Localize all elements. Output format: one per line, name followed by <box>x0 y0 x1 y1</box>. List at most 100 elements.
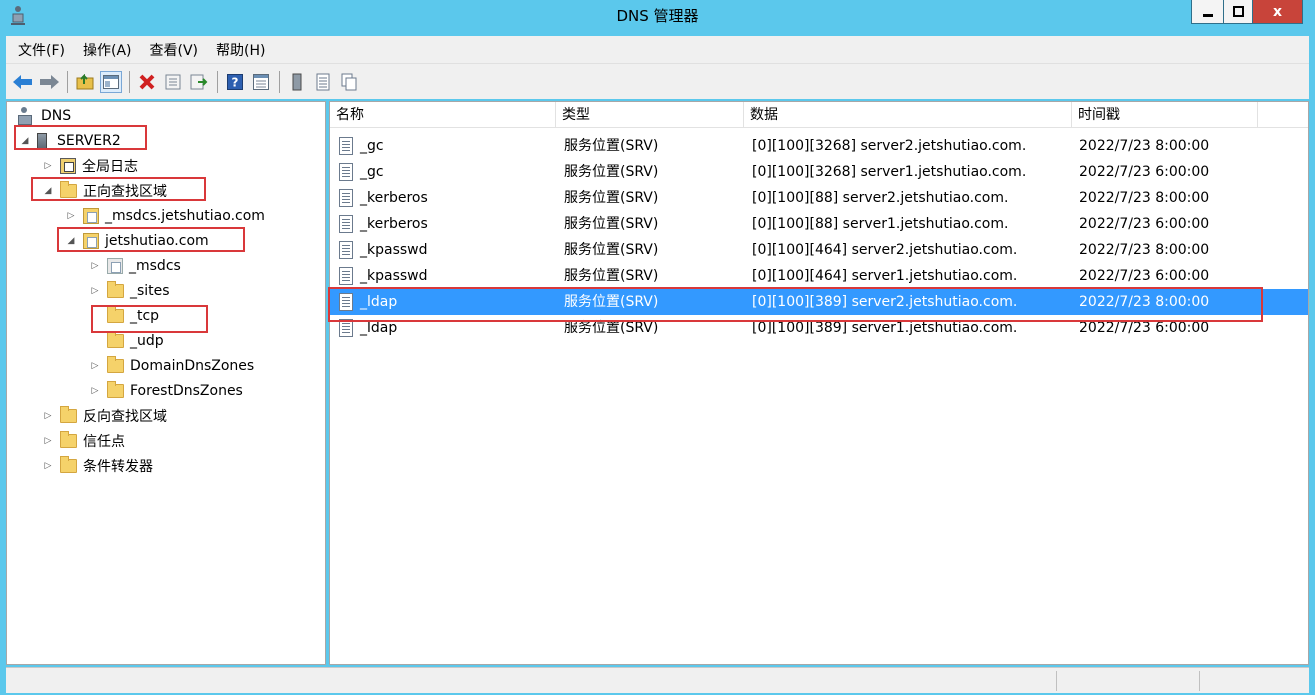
close-button[interactable]: x <box>1253 0 1303 24</box>
folder-icon <box>107 381 124 398</box>
title-bar[interactable]: DNS 管理器 x <box>0 0 1315 32</box>
tree-label-global-logs: 全局日志 <box>82 159 138 175</box>
tree-label-sub-udp: _udp <box>130 333 164 349</box>
properties-button[interactable] <box>162 71 184 93</box>
tree-node-msdcs-zone[interactable]: ▷ _msdcs.jetshutiao.com <box>65 205 265 227</box>
cell-data: [0][100][464] server1.jetshutiao.com. <box>752 268 1018 284</box>
cell-name: _gc <box>360 164 384 180</box>
expand-arrow-icon[interactable]: ▷ <box>42 435 54 447</box>
toolbar-separator <box>67 70 68 93</box>
export-list-button[interactable] <box>188 71 210 93</box>
menu-file[interactable]: 文件(F) <box>18 40 65 60</box>
highlight-box-server <box>14 125 147 150</box>
table-row[interactable]: _gc 服务位置(SRV) [0][100][3268] server2.jetsh… <box>330 133 1308 159</box>
expand-arrow-icon[interactable]: ▷ <box>89 385 101 397</box>
folder-icon <box>60 431 77 448</box>
expand-arrow-icon[interactable]: ▷ <box>42 160 54 172</box>
export-list-icon <box>190 74 208 89</box>
table-row[interactable]: _kerberos 服务位置(SRV) [0][100][88] server2.j… <box>330 185 1308 211</box>
maximize-button[interactable] <box>1223 0 1253 24</box>
column-header-name[interactable]: 名称 <box>330 102 556 128</box>
record-list[interactable]: 名称 类型 数据 时间戳 _gc 服务位置(SRV) [0][100][3268] … <box>329 101 1309 665</box>
show-hide-tree-button[interactable] <box>100 70 122 93</box>
cell-data: [0][100][88] server2.jetshutiao.com. <box>752 190 1009 206</box>
copy-icon <box>341 73 357 90</box>
expand-arrow-icon[interactable]: ▷ <box>42 460 54 472</box>
forward-arrow-icon <box>40 74 59 89</box>
toolbar: ? <box>6 63 1309 99</box>
show-hide-tree-icon <box>103 74 119 89</box>
help-button[interactable]: ? <box>224 71 246 93</box>
up-folder-button[interactable] <box>74 71 96 93</box>
minimize-button[interactable] <box>1191 0 1223 24</box>
forward-button[interactable] <box>38 71 60 93</box>
tree-node-reverse-zones[interactable]: ▷ 反向查找区域 <box>42 405 167 427</box>
expand-arrow-icon[interactable]: ▷ <box>89 260 101 272</box>
menu-view[interactable]: 查看(V) <box>150 40 199 60</box>
menu-bar: 文件(F) 操作(A) 查看(V) 帮助(H) <box>6 36 1309 63</box>
tree-node-sub-sites[interactable]: ▷ _sites <box>89 280 170 302</box>
tree-node-sub-udp[interactable]: _udp <box>89 330 164 352</box>
cell-name: _gc <box>360 138 384 154</box>
cell-data: [0][100][88] server1.jetshutiao.com. <box>752 216 1009 232</box>
tree-node-sub-msdcs[interactable]: ▷ _msdcs <box>89 255 181 277</box>
column-header-data[interactable]: 数据 <box>744 102 1072 128</box>
record-button[interactable] <box>312 71 334 93</box>
highlight-box-ldap-record <box>328 287 1263 322</box>
toolbar-separator <box>279 70 280 93</box>
expand-arrow-icon[interactable]: ▷ <box>42 410 54 422</box>
copy-button[interactable] <box>338 71 360 93</box>
svg-text:?: ? <box>232 75 239 89</box>
highlight-box-main-zone <box>57 227 245 252</box>
back-button[interactable] <box>12 71 34 93</box>
menu-help[interactable]: 帮助(H) <box>216 40 265 60</box>
table-row[interactable]: _kpasswd 服务位置(SRV) [0][100][464] server2.j… <box>330 237 1308 263</box>
delete-button[interactable] <box>136 71 158 93</box>
tree-node-dns[interactable]: DNS <box>17 105 71 127</box>
tree-label-reverse-zones: 反向查找区域 <box>83 409 167 425</box>
server-icon <box>292 73 302 90</box>
tree-label-forest-dns-zones: ForestDnsZones <box>130 383 243 399</box>
toolbar-separator <box>217 70 218 93</box>
close-icon: x <box>1272 3 1283 20</box>
tree-label-trust-points: 信任点 <box>83 434 125 450</box>
tree-node-trust-points[interactable]: ▷ 信任点 <box>42 430 125 452</box>
expand-arrow-icon[interactable]: ▷ <box>89 360 101 372</box>
cell-timestamp: 2022/7/23 8:00:00 <box>1079 190 1210 206</box>
folder-icon <box>107 331 124 348</box>
table-row[interactable]: _kerberos 服务位置(SRV) [0][100][88] server1.j… <box>330 211 1308 237</box>
dns-icon <box>17 107 32 125</box>
folder-icon <box>107 281 124 298</box>
cell-data: [0][100][3268] server1.jetshutiao.com. <box>752 164 1027 180</box>
cell-data: [0][100][464] server2.jetshutiao.com. <box>752 242 1018 258</box>
cell-name: _kerberos <box>360 190 428 206</box>
view-button[interactable] <box>250 71 272 93</box>
status-bar <box>6 667 1309 693</box>
expand-arrow-icon[interactable]: ▷ <box>65 210 77 222</box>
cell-timestamp: 2022/7/23 8:00:00 <box>1079 138 1210 154</box>
table-row[interactable]: _gc 服务位置(SRV) [0][100][3268] server1.jetsh… <box>330 159 1308 185</box>
view-icon <box>253 73 269 90</box>
status-divider <box>1056 671 1057 691</box>
cell-type: 服务位置(SRV) <box>564 268 659 284</box>
record-icon <box>339 189 353 207</box>
highlight-box-tcp <box>91 305 208 333</box>
window-title: DNS 管理器 <box>616 7 699 25</box>
cell-type: 服务位置(SRV) <box>564 164 659 180</box>
tree-node-global-logs[interactable]: ▷ 全局日志 <box>42 155 138 177</box>
tree-node-forest-dns-zones[interactable]: ▷ ForestDnsZones <box>89 380 243 402</box>
console-tree[interactable]: DNS ◢ SERVER2 ▷ 全局日志 ◢ 正向查找区域 ▷ _msdcs.j… <box>6 101 326 665</box>
window-controls: x <box>1191 0 1303 24</box>
tree-label-sub-sites: _sites <box>130 283 170 299</box>
expand-arrow-icon[interactable]: ▷ <box>89 285 101 297</box>
column-header-timestamp[interactable]: 时间戳 <box>1072 102 1258 128</box>
menu-action[interactable]: 操作(A) <box>83 40 132 60</box>
tree-node-domain-dns-zones[interactable]: ▷ DomainDnsZones <box>89 355 254 377</box>
cell-name: _kerberos <box>360 216 428 232</box>
cell-type: 服务位置(SRV) <box>564 138 659 154</box>
column-header-type[interactable]: 类型 <box>556 102 744 128</box>
no-arrow <box>89 335 101 347</box>
tree-node-conditional-forwarders[interactable]: ▷ 条件转发器 <box>42 455 153 477</box>
server-button[interactable] <box>286 71 308 93</box>
table-row[interactable]: _kpasswd 服务位置(SRV) [0][100][464] server1.j… <box>330 263 1308 289</box>
